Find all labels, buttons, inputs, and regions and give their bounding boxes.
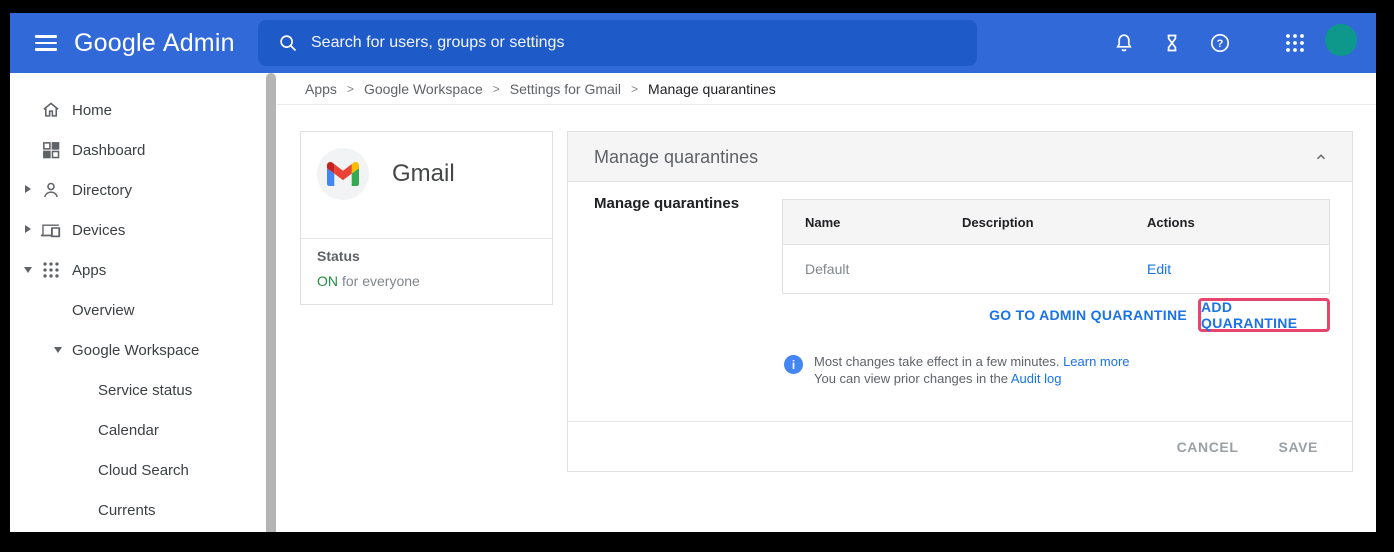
sidebar-item-label: Dashboard [72, 130, 145, 170]
help-icon[interactable]: ? [1208, 31, 1232, 55]
tasks-hourglass-icon[interactable] [1160, 31, 1184, 55]
column-header-actions: Actions [1147, 215, 1329, 230]
search-icon [277, 32, 299, 54]
column-header-description: Description [962, 215, 1147, 230]
breadcrumb-apps[interactable]: Apps [305, 81, 337, 97]
dashboard-icon [40, 139, 62, 161]
account-avatar[interactable] [1325, 24, 1357, 56]
breadcrumb-google-workspace[interactable]: Google Workspace [364, 81, 483, 97]
sidebar-nav: Home Dashboard Directory [10, 73, 277, 532]
gmail-status-card: Gmail Status ONfor everyone [300, 131, 553, 305]
sidebar-item-service-status[interactable]: Service status [10, 370, 265, 410]
status-suffix: for everyone [342, 273, 420, 289]
card-divider [301, 238, 552, 239]
breadcrumb-separator: > [347, 82, 354, 96]
sidebar-item-cloud-search[interactable]: Cloud Search [10, 450, 265, 490]
logo-google-text: Google [74, 29, 156, 58]
go-to-admin-quarantine-button[interactable]: GO TO ADMIN QUARANTINE [989, 307, 1187, 323]
devices-icon [40, 219, 62, 241]
sidebar-item-directory[interactable]: Directory [10, 170, 265, 210]
menu-icon[interactable] [35, 32, 59, 54]
main-content: Apps > Google Workspace > Settings for G… [277, 73, 1376, 532]
chevron-up-icon[interactable] [1314, 150, 1328, 164]
sidebar-item-google-workspace[interactable]: Google Workspace [10, 330, 265, 370]
quarantine-name-cell: Default [805, 261, 962, 277]
sidebar-item-label: Currents [98, 490, 156, 530]
status-value: ONfor everyone [317, 273, 420, 289]
apps-dots-icon [40, 259, 62, 281]
expand-caret-icon[interactable] [25, 185, 31, 193]
breadcrumb: Apps > Google Workspace > Settings for G… [277, 73, 1376, 105]
breadcrumb-current: Manage quarantines [648, 81, 776, 97]
note-line2-text: You can view prior changes in the [814, 371, 1011, 386]
gmail-card-title: Gmail [392, 160, 455, 188]
sidebar-scrollbar[interactable] [266, 73, 276, 532]
breadcrumb-settings-for-gmail[interactable]: Settings for Gmail [510, 81, 621, 97]
annotation-highlight-box: ADD QUARANTINE [1198, 298, 1330, 332]
panel-title: Manage quarantines [594, 132, 758, 182]
sidebar-item-apps[interactable]: Apps [10, 250, 265, 290]
panel-header[interactable]: Manage quarantines [568, 132, 1352, 182]
home-icon [40, 99, 62, 121]
learn-more-link[interactable]: Learn more [1063, 354, 1129, 369]
sidebar-item-label: Home [72, 90, 112, 130]
sidebar-item-label: Cloud Search [98, 450, 189, 490]
sidebar-item-overview[interactable]: Overview [10, 290, 265, 330]
logo-admin-text: Admin [163, 29, 235, 58]
collapse-caret-icon[interactable] [24, 267, 32, 273]
sidebar-item-home[interactable]: Home [10, 90, 265, 130]
sidebar-item-dashboard[interactable]: Dashboard [10, 130, 265, 170]
save-button[interactable]: SAVE [1279, 439, 1319, 455]
info-icon: i [784, 355, 803, 374]
audit-log-link[interactable]: Audit log [1011, 371, 1062, 386]
table-row: Default Edit [783, 245, 1329, 293]
sidebar-item-label: Google Workspace [72, 330, 199, 370]
quarantines-table: Name Description Actions Default Edit [782, 199, 1330, 294]
gmail-logo-icon [317, 148, 369, 200]
search-bar[interactable] [258, 20, 977, 66]
person-icon [40, 179, 62, 201]
admin-console-window: Google Admin ? [10, 13, 1376, 532]
table-header-row: Name Description Actions [783, 200, 1329, 245]
column-header-name: Name [805, 215, 962, 230]
cancel-button[interactable]: CANCEL [1177, 439, 1239, 455]
svg-text:?: ? [1217, 38, 1224, 50]
app-bar: Google Admin ? [10, 13, 1376, 73]
quarantine-actions-row: GO TO ADMIN QUARANTINE ADD QUARANTINE [989, 298, 1330, 332]
notifications-bell-icon[interactable] [1112, 31, 1136, 55]
breadcrumb-separator: > [493, 82, 500, 96]
status-label: Status [317, 248, 360, 264]
add-quarantine-button[interactable]: ADD QUARANTINE [1201, 299, 1327, 331]
status-on-badge: ON [317, 273, 338, 289]
search-input[interactable] [311, 34, 977, 52]
sidebar-item-label: Apps [72, 250, 106, 290]
edit-link[interactable]: Edit [1147, 261, 1171, 277]
sidebar-item-label: Devices [72, 210, 125, 250]
sidebar-item-label: Overview [72, 290, 135, 330]
sidebar-item-label: Directory [72, 170, 132, 210]
manage-quarantines-panel: Manage quarantines Manage quarantines Na… [567, 131, 1353, 472]
breadcrumb-separator: > [631, 82, 638, 96]
sidebar-item-label: Calendar [98, 410, 159, 450]
collapse-caret-icon[interactable] [54, 347, 62, 353]
sidebar-item-devices[interactable]: Devices [10, 210, 265, 250]
sidebar-item-calendar[interactable]: Calendar [10, 410, 265, 450]
note-line1-text: Most changes take effect in a few minute… [814, 354, 1063, 369]
panel-footer: CANCEL SAVE [568, 422, 1352, 472]
info-note: i Most changes take effect in a few minu… [784, 353, 1130, 387]
expand-caret-icon[interactable] [25, 225, 31, 233]
apps-grid-icon[interactable] [1283, 31, 1307, 55]
google-admin-logo: Google Admin [74, 13, 235, 73]
sidebar-item-currents[interactable]: Currents [10, 490, 265, 530]
sidebar-item-label: Service status [98, 370, 192, 410]
section-label: Manage quarantines [594, 195, 739, 212]
